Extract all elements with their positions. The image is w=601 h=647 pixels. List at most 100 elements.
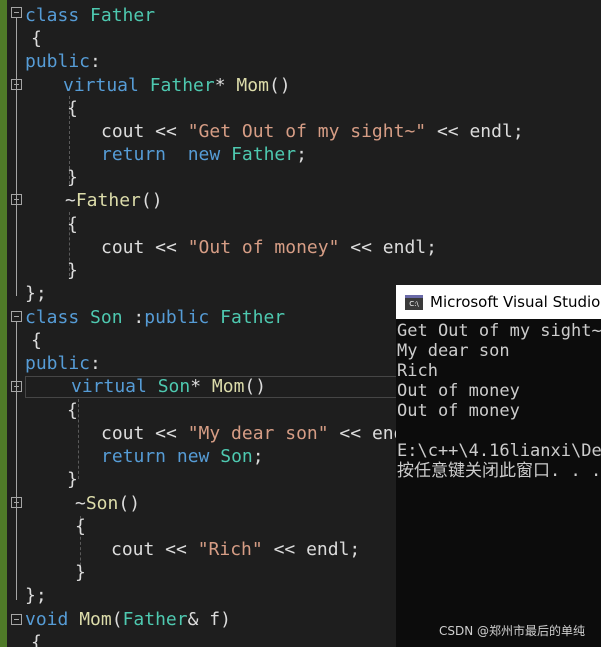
code-line: class Son :public Father xyxy=(25,306,285,329)
code-token-type: Father xyxy=(122,609,188,630)
code-token-text: () xyxy=(268,75,291,96)
code-line: { xyxy=(31,27,42,50)
console-line: My dear son xyxy=(397,341,510,361)
code-line: void Mom(Father& f) xyxy=(25,608,231,631)
console-output: Get Out of my sight~ My dear son Rich Ou… xyxy=(396,321,601,621)
code-token-text: { xyxy=(31,330,42,351)
code-token-text: { xyxy=(67,98,78,119)
code-token-text: { xyxy=(75,516,86,537)
code-line: cout << "Get Out of my sight~" << endl; xyxy=(101,120,524,143)
code-token-function: Mom xyxy=(79,609,112,630)
code-token-text: () xyxy=(118,493,141,514)
console-line: E:\c++\4.16lianxi\Debug xyxy=(397,441,601,461)
code-line: ~Son() xyxy=(75,492,140,515)
code-token-type: Father xyxy=(90,5,156,26)
code-token-text: : xyxy=(90,353,101,374)
code-line: }; xyxy=(25,584,47,607)
code-line: { xyxy=(67,213,78,236)
code-token-keyword: public xyxy=(25,353,91,374)
fold-region-line xyxy=(16,18,17,296)
console-line: Get Out of my sight~ xyxy=(397,321,601,341)
code-token-text: cout << xyxy=(101,237,188,258)
code-token-text: & f) xyxy=(187,609,231,630)
code-token-string: "My dear son" xyxy=(187,423,329,444)
code-token-keyword: public xyxy=(144,307,210,328)
code-token-text: * xyxy=(214,75,237,96)
code-token-function: Mom xyxy=(236,75,269,96)
code-line: } xyxy=(67,166,78,189)
code-token-keyword: return xyxy=(101,144,167,165)
code-token-text: * xyxy=(190,376,212,397)
code-token-text: ; xyxy=(252,446,264,467)
console-app-icon: C:\ xyxy=(405,295,423,310)
console-title: Microsoft Visual Studio xyxy=(430,293,601,311)
code-token-text: }; xyxy=(25,585,47,606)
code-token-text: { xyxy=(31,28,42,49)
code-token-type: Father xyxy=(231,144,297,165)
code-token-keyword: virtual xyxy=(63,75,139,96)
code-token-text: { xyxy=(67,400,78,421)
code-token-keyword: class xyxy=(25,307,80,328)
editor-margin-strip xyxy=(0,0,7,647)
code-line: return new Son; xyxy=(101,445,264,468)
console-title-bar[interactable]: C:\ Microsoft Visual Studio xyxy=(396,285,601,319)
console-line: Out of money xyxy=(397,401,520,421)
code-line: cout << "My dear son" << endl; xyxy=(101,422,426,445)
collapse-icon[interactable] xyxy=(11,381,22,392)
code-token-function: Mom xyxy=(211,376,245,397)
code-line: } xyxy=(75,561,86,584)
collapse-icon[interactable] xyxy=(11,7,22,18)
code-token-string: "Out of money" xyxy=(187,237,340,258)
code-token-text: ~ xyxy=(65,190,76,211)
code-token-type: Son xyxy=(220,446,253,467)
code-token-text: << endl; xyxy=(339,237,437,258)
code-token-text: cout << xyxy=(101,423,188,444)
console-window[interactable]: C:\ Microsoft Visual Studio Get Out of m… xyxy=(396,285,601,647)
code-token-string: "Get Out of my sight~" xyxy=(187,121,427,142)
code-token-type: Father xyxy=(149,75,215,96)
code-line: } xyxy=(67,259,78,282)
code-token-keyword: public xyxy=(25,51,91,72)
code-token-keyword: new xyxy=(176,446,210,467)
collapse-icon[interactable] xyxy=(11,79,22,90)
code-token-text: cout << xyxy=(111,539,198,560)
code-token-text: << endl; xyxy=(262,539,361,560)
code-token-text: } xyxy=(67,469,78,490)
code-token-string: "Rich" xyxy=(197,539,263,560)
indent-guide xyxy=(78,399,79,479)
collapse-icon[interactable] xyxy=(11,311,22,322)
code-token-text: () xyxy=(140,190,163,211)
console-line: Out of money xyxy=(397,381,520,401)
code-token-text: ( xyxy=(111,609,123,630)
code-line: { xyxy=(67,97,78,120)
code-token-text: : xyxy=(122,307,145,328)
code-token-text: () xyxy=(244,376,267,397)
code-token-function: Son xyxy=(85,493,119,514)
code-token-type: Father xyxy=(220,307,286,328)
code-token-text: { xyxy=(67,214,78,235)
code-line: cout << "Rich" << endl; xyxy=(111,538,360,561)
code-token-type: Son xyxy=(157,376,191,397)
fold-region-line xyxy=(16,322,17,600)
code-token-type: Son xyxy=(90,307,123,328)
collapse-icon[interactable] xyxy=(11,194,22,205)
code-token-text: { xyxy=(31,632,42,647)
collapse-icon[interactable] xyxy=(11,614,22,625)
code-line: cout << "Out of money" << endl; xyxy=(101,236,437,259)
code-token-text: } xyxy=(75,562,86,583)
console-line: Rich xyxy=(397,361,438,381)
code-token-function: Father xyxy=(75,190,141,211)
code-line: class Father xyxy=(25,4,155,27)
code-line: public: xyxy=(25,50,101,73)
code-line: virtual Son* Mom() xyxy=(71,375,266,398)
code-token-text: cout << xyxy=(101,121,188,142)
collapse-icon[interactable] xyxy=(11,497,22,508)
